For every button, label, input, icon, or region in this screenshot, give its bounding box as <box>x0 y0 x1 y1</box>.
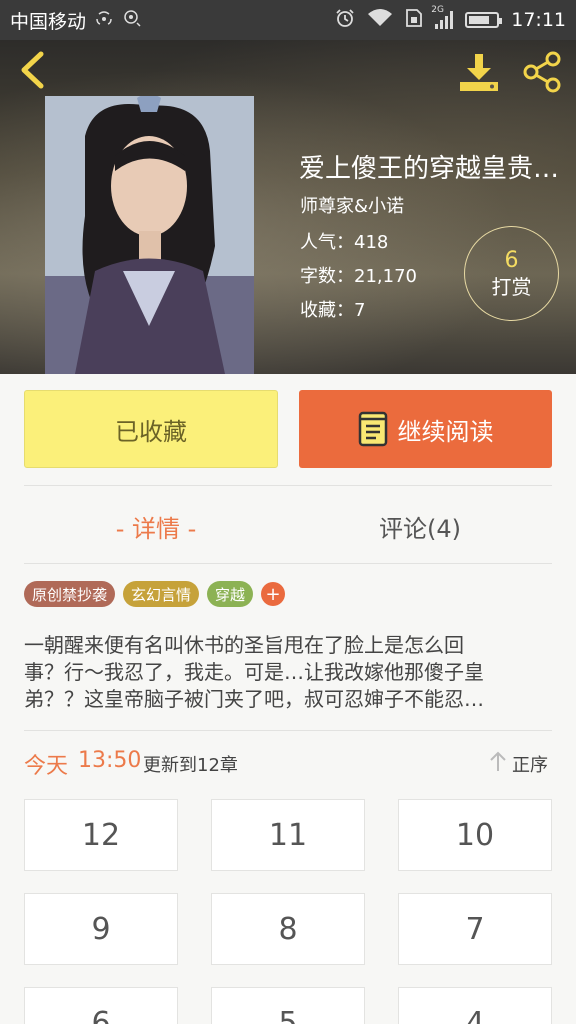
book-author[interactable]: 师尊家&小诺 <box>300 192 404 218</box>
tab-detail[interactable]: - 详情 - <box>24 506 288 546</box>
chapter-button[interactable]: 7 <box>398 893 552 965</box>
wifi-calling-icon <box>94 10 114 30</box>
hotspot-icon <box>122 9 142 31</box>
add-tag-button[interactable]: + <box>261 582 286 606</box>
sim-icon <box>405 8 423 32</box>
continue-reading-label: 继续阅读 <box>397 417 494 446</box>
download-icon <box>456 54 502 98</box>
arrow-up-icon <box>488 750 508 777</box>
tag-item[interactable]: 穿越 <box>207 581 254 607</box>
chapter-button[interactable]: 12 <box>24 799 178 871</box>
download-button[interactable] <box>456 50 504 94</box>
chapter-button[interactable]: 5 <box>211 987 365 1024</box>
share-button[interactable] <box>520 50 568 94</box>
popularity-label: 人气： <box>300 232 354 253</box>
book-cover-image <box>45 96 254 374</box>
share-icon <box>520 51 566 98</box>
reward-count: 6 <box>504 247 519 273</box>
book-icon <box>358 411 388 447</box>
tag-list: 原创禁抄袭 玄幻言情 穿越 + <box>24 581 286 607</box>
tab-comments[interactable]: 评论(4) <box>288 506 552 546</box>
wifi-icon <box>367 8 393 32</box>
chevron-left-icon <box>19 51 45 93</box>
alarm-icon <box>335 8 355 32</box>
word-count-value: 21,170 <box>354 266 417 287</box>
collected-label: 已收藏 <box>115 417 187 446</box>
chapter-button[interactable]: 11 <box>211 799 365 871</box>
network-type: 2G <box>431 5 444 15</box>
word-count-label: 字数： <box>300 266 354 287</box>
sort-order-label: 正序 <box>512 754 548 776</box>
favorites-value: 7 <box>354 300 366 321</box>
back-button[interactable] <box>14 51 50 93</box>
synopsis-line: 事？行～我忍了，我走。可是…让我改嫁他那傻子皇 <box>24 660 484 684</box>
synopsis-line: 弟？？这皇帝脑子被门夹了吧，叔可忍婶子不能忍… <box>24 687 484 711</box>
chapter-button[interactable]: 6 <box>24 987 178 1024</box>
book-title: 爱上傻王的穿越皇贵… <box>299 154 560 184</box>
reward-button[interactable]: 6 打赏 <box>464 226 559 321</box>
signal-icon: 2G <box>431 5 454 29</box>
tab-detail-label: - 详情 - <box>115 514 197 543</box>
divider <box>24 485 552 486</box>
sort-order-button[interactable]: 正序 <box>488 750 548 777</box>
reward-label: 打赏 <box>491 274 532 299</box>
synopsis[interactable]: 一朝醒来便有名叫休书的圣旨甩在了脸上是怎么回 事？行～我忍了，我走。可是…让我改… <box>24 632 552 713</box>
update-status: 更新到12章 <box>143 755 238 776</box>
carrier-label: 中国移动 <box>10 10 87 33</box>
word-count-stat: 字数：21,170 <box>300 262 417 288</box>
tag-item[interactable]: 原创禁抄袭 <box>24 581 116 607</box>
battery-icon <box>465 12 503 28</box>
book-header: 爱上傻王的穿越皇贵… 师尊家&小诺 人气：418 字数：21,170 收藏：7 … <box>0 40 576 374</box>
update-day: 今天 <box>24 754 69 779</box>
chapter-button[interactable]: 9 <box>24 893 178 965</box>
popularity-stat: 人气：418 <box>300 228 388 254</box>
status-bar: 中国移动 2G 17:11 <box>0 0 576 40</box>
divider <box>24 563 552 564</box>
favorites-stat: 收藏：7 <box>300 296 365 322</box>
synopsis-line: 一朝醒来便有名叫休书的圣旨甩在了脸上是怎么回 <box>24 633 464 657</box>
chapter-button[interactable]: 4 <box>398 987 552 1024</box>
popularity-value: 418 <box>354 232 389 253</box>
tab-comments-label: 评论(4) <box>379 514 461 543</box>
update-time: 13:50 <box>78 748 142 773</box>
tag-item[interactable]: 玄幻言情 <box>123 581 200 607</box>
favorites-label: 收藏： <box>300 300 354 321</box>
divider <box>24 730 552 731</box>
collected-button[interactable]: 已收藏 <box>24 390 278 468</box>
continue-reading-button[interactable]: 继续阅读 <box>299 390 552 468</box>
chapter-button[interactable]: 8 <box>211 893 365 965</box>
clock: 17:11 <box>511 9 566 31</box>
chapter-button[interactable]: 10 <box>398 799 552 871</box>
